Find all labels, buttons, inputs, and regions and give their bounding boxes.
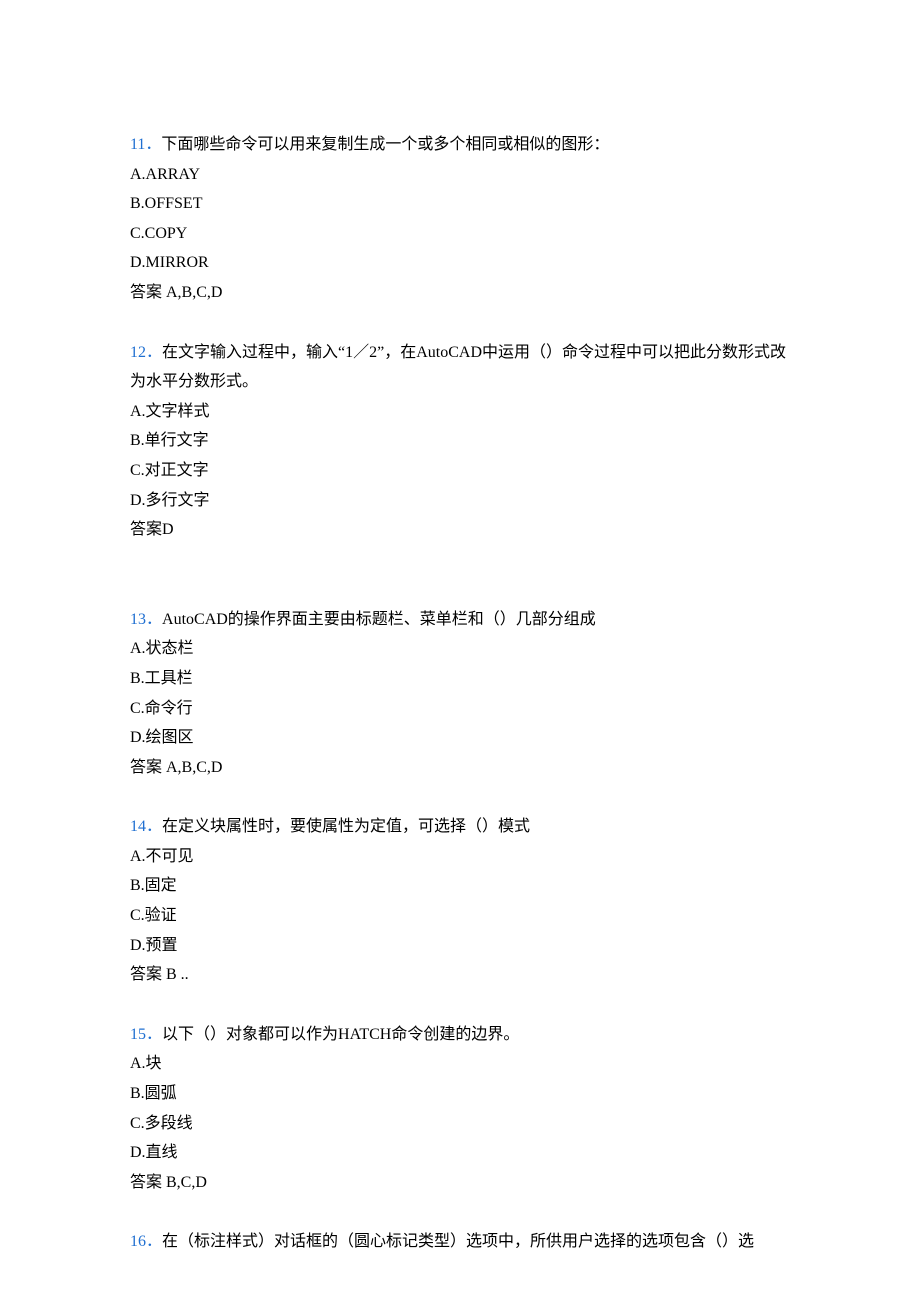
option-b: B.圆弧 <box>130 1079 790 1109</box>
option-a: A.不可见 <box>130 842 790 872</box>
question-14: 14．在定义块属性时，要使属性为定值，可选择（）模式 A.不可见 B.固定 C.… <box>130 812 790 990</box>
option-c: C.对正文字 <box>130 456 790 486</box>
question-11: 11．下面哪些命令可以用来复制生成一个或多个相同或相似的图形： A.ARRAY … <box>130 130 790 308</box>
question-text: 在文字输入过程中，输入“1／2”，在AutoCAD中运用（）命令过程中可以把此分… <box>130 344 786 391</box>
option-a: A.块 <box>130 1049 790 1079</box>
answer-text: 答案 B .. <box>130 960 790 990</box>
answer-text: 答案 B,C,D <box>130 1168 790 1198</box>
question-number: 15． <box>130 1026 162 1043</box>
question-number: 11． <box>130 136 161 153</box>
option-d: D.直线 <box>130 1138 790 1168</box>
question-15: 15．以下（）对象都可以作为HATCH命令创建的边界。 A.块 B.圆弧 C.多… <box>130 1020 790 1198</box>
question-text: 在定义块属性时，要使属性为定值，可选择（）模式 <box>162 818 530 835</box>
answer-text: 答案 A,B,C,D <box>130 278 790 308</box>
question-number: 12． <box>130 344 162 361</box>
option-b: B.OFFSET <box>130 189 790 219</box>
option-a: A.状态栏 <box>130 634 790 664</box>
question-16: 16．在（标注样式）对话框的（圆心标记类型）选项中，所供用户选择的选项包含（）选 <box>130 1227 790 1257</box>
option-b: B.单行文字 <box>130 426 790 456</box>
question-text: 以下（）对象都可以作为HATCH命令创建的边界。 <box>162 1026 519 1043</box>
option-c: C.多段线 <box>130 1109 790 1139</box>
option-a: A.文字样式 <box>130 397 790 427</box>
document-page: 11．下面哪些命令可以用来复制生成一个或多个相同或相似的图形： A.ARRAY … <box>0 0 920 1302</box>
answer-text: 答案 A,B,C,D <box>130 753 790 783</box>
option-d: D.多行文字 <box>130 486 790 516</box>
question-text: 在（标注样式）对话框的（圆心标记类型）选项中，所供用户选择的选项包含（）选 <box>162 1233 754 1250</box>
option-d: D.MIRROR <box>130 248 790 278</box>
option-b: B.工具栏 <box>130 664 790 694</box>
option-d: D.绘图区 <box>130 723 790 753</box>
answer-text: 答案D <box>130 515 790 545</box>
question-13: 13．AutoCAD的操作界面主要由标题栏、菜单栏和（）几部分组成 A.状态栏 … <box>130 605 790 783</box>
option-d: D.预置 <box>130 931 790 961</box>
option-a: A.ARRAY <box>130 160 790 190</box>
question-text: 下面哪些命令可以用来复制生成一个或多个相同或相似的图形： <box>161 136 609 153</box>
question-number: 14． <box>130 818 162 835</box>
option-c: C.验证 <box>130 901 790 931</box>
option-b: B.固定 <box>130 871 790 901</box>
question-number: 13． <box>130 611 162 628</box>
question-number: 16． <box>130 1233 162 1250</box>
question-text: AutoCAD的操作界面主要由标题栏、菜单栏和（）几部分组成 <box>162 611 596 628</box>
spacer <box>130 575 790 605</box>
question-12: 12．在文字输入过程中，输入“1／2”，在AutoCAD中运用（）命令过程中可以… <box>130 338 790 545</box>
option-c: C.命令行 <box>130 694 790 724</box>
option-c: C.COPY <box>130 219 790 249</box>
